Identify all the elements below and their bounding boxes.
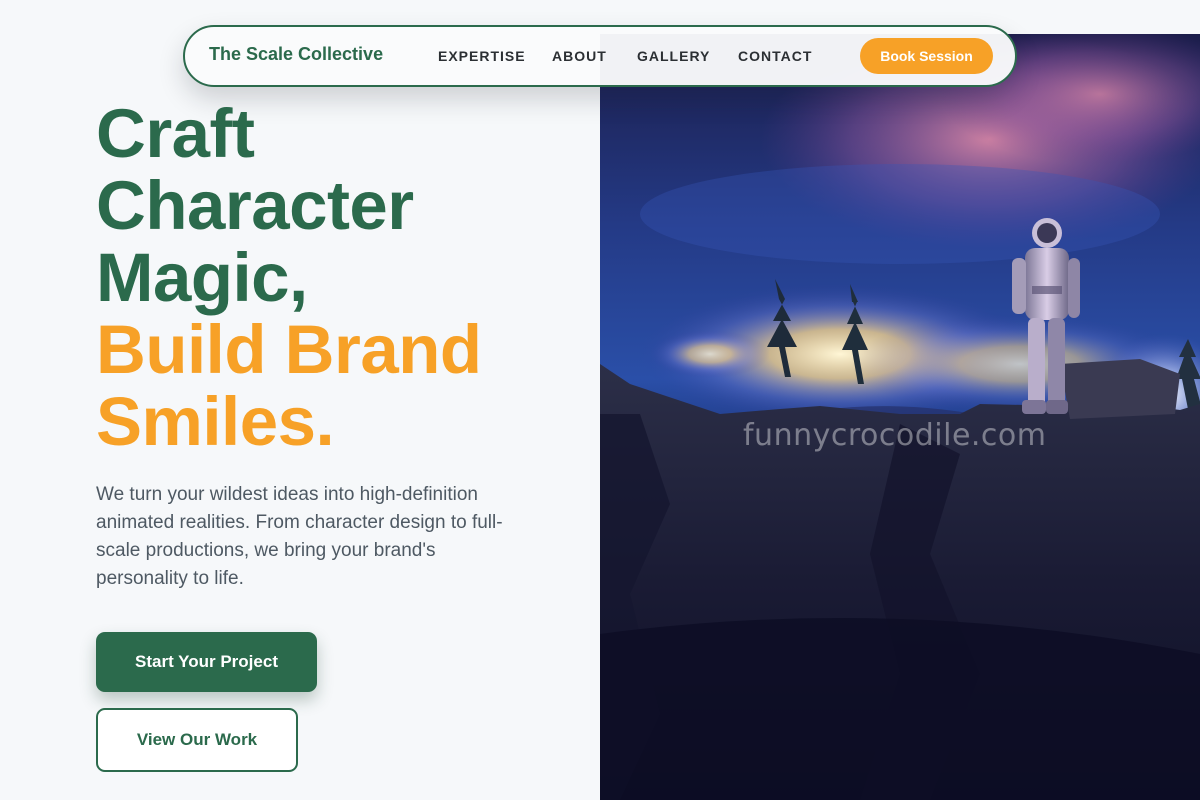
top-navigation: The Scale Collective EXPERTISE ABOUT GAL… (183, 25, 1017, 87)
nav-link-gallery[interactable]: GALLERY (637, 48, 710, 64)
headline-accent-line: Smiles. (96, 383, 335, 460)
book-session-button[interactable]: Book Session (860, 38, 993, 74)
headline-line: Character (96, 167, 414, 244)
brand-logo-text[interactable]: The Scale Collective (209, 44, 383, 65)
view-work-button[interactable]: View Our Work (96, 708, 298, 772)
nav-link-about[interactable]: ABOUT (552, 48, 607, 64)
headline-line: Magic, (96, 239, 308, 316)
headline-line: Craft (96, 95, 255, 172)
hero-image: funnycrocodile.com (600, 34, 1200, 800)
image-watermark: funnycrocodile.com (743, 418, 1047, 453)
start-project-button[interactable]: Start Your Project (96, 632, 317, 692)
hero-description: We turn your wildest ideas into high-def… (96, 484, 503, 589)
headline-accent-line: Build Brand (96, 311, 482, 388)
hero-headline: Craft Character Magic, Build Brand Smile… (96, 98, 482, 458)
nav-link-expertise[interactable]: EXPERTISE (438, 48, 526, 64)
nav-link-contact[interactable]: CONTACT (738, 48, 812, 64)
